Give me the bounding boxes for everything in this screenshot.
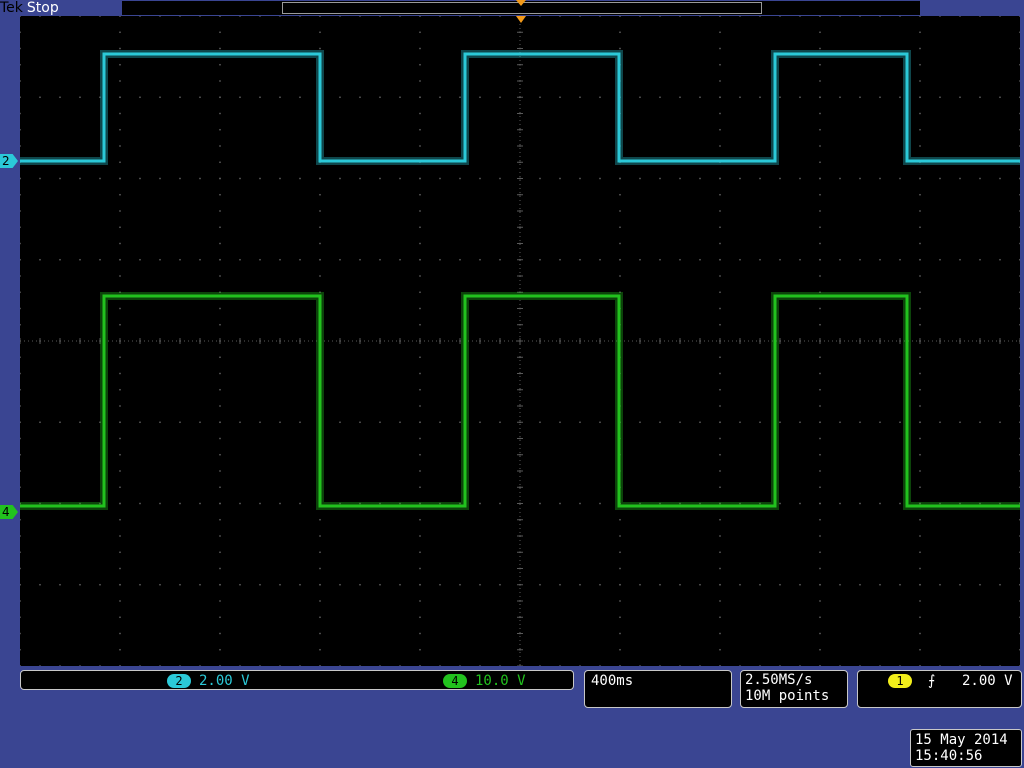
brand-status: Tek Stop — [0, 0, 59, 16]
channel-2-scale: 2.00 V — [199, 673, 250, 689]
channel-readout-bar: 2 2.00 V 4 10.0 V — [20, 670, 574, 690]
channel-4-badge: 4 — [443, 674, 467, 688]
rising-edge-icon: ⨍ — [928, 673, 936, 689]
channel-2-badge: 2 — [167, 674, 191, 688]
trigger-readout-box[interactable]: 1 ⨍ 2.00 V — [857, 670, 1022, 708]
channel-4-ground-marker[interactable]: 4 — [0, 505, 18, 519]
channel-4-readout[interactable]: 4 10.0 V — [443, 673, 526, 689]
trigger-level: 2.00 V — [962, 673, 1013, 689]
time-per-division: 400ms — [591, 673, 634, 689]
channel-2-trace-glow — [20, 50, 1020, 165]
record-trigger-marker-icon — [516, 0, 526, 6]
channel-2-ground-marker[interactable]: 2 — [0, 154, 18, 168]
acquisition-info-box[interactable]: 2.50MS/s 10M points — [740, 670, 848, 708]
channel-2-trace — [20, 52, 1020, 163]
channel-4-trace — [20, 294, 1020, 508]
brand-label: Tek — [0, 0, 23, 16]
date: 15 May 2014 — [915, 732, 1008, 748]
trigger-position-icon[interactable] — [516, 16, 526, 23]
channel-4-scale: 10.0 V — [475, 673, 526, 689]
sample-rate: 2.50MS/s — [745, 672, 813, 688]
channel-2-marker-label: 2 — [2, 154, 10, 168]
horizontal-scale-box[interactable]: 400ms — [584, 670, 732, 708]
time: 15:40:56 — [915, 748, 983, 764]
channel-2-readout[interactable]: 2 2.00 V — [167, 673, 250, 689]
channel-4-marker-label: 4 — [2, 505, 10, 519]
datetime-box: 15 May 2014 15:40:56 — [910, 729, 1022, 767]
record-length: 10M points — [745, 688, 830, 704]
waveform-traces — [20, 50, 1020, 510]
acquisition-state: Stop — [26, 0, 59, 16]
channel-4-trace-glow — [20, 292, 1020, 510]
trigger-source-badge: 1 — [888, 674, 912, 688]
waveform-display[interactable] — [20, 16, 1020, 666]
